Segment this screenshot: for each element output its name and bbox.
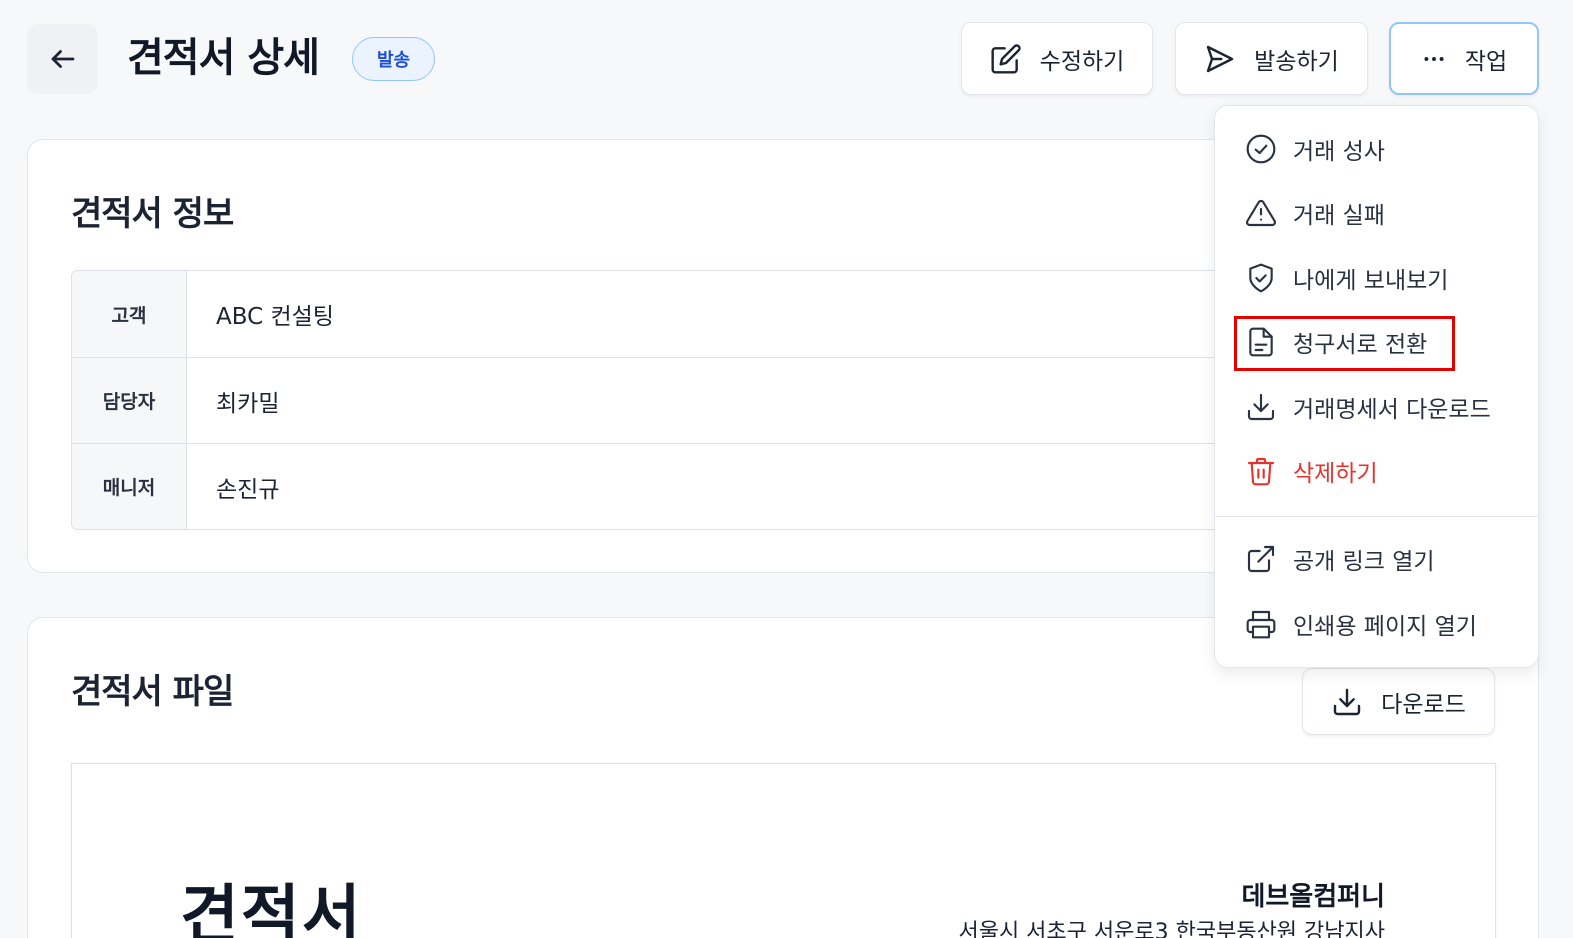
menu-item-label: 인쇄용 페이지 열기	[1293, 614, 1477, 640]
menu-item-convert-to-invoice[interactable]: 청구서로 전환	[1215, 314, 1538, 370]
download-button[interactable]: 다운로드	[1302, 668, 1495, 735]
download-button-label: 다운로드	[1381, 691, 1466, 718]
menu-item-label: 삭제하기	[1293, 461, 1378, 487]
row-value-manager: 손진규	[216, 476, 280, 503]
menu-item-deal-lost[interactable]: 거래 실패	[1215, 185, 1538, 241]
more-horizontal-icon	[1424, 56, 1444, 61]
back-button[interactable]	[27, 24, 98, 94]
file-text-icon	[1249, 327, 1273, 357]
menu-item-deal-won[interactable]: 거래 성사	[1215, 121, 1538, 177]
external-link-icon	[1247, 545, 1275, 573]
row-value-contact: 최카밀	[216, 390, 280, 417]
check-circle-icon	[1246, 134, 1276, 164]
quote-preview: 견적서 데브올컴퍼니 서울시 서초구 서운로3 한국부동산원 강남지사	[71, 763, 1496, 938]
menu-item-send-to-me[interactable]: 나에게 보내보기	[1215, 250, 1538, 306]
send-button[interactable]: 발송하기	[1175, 22, 1368, 95]
quote-info-title: 견적서 정보	[71, 194, 234, 234]
trash-icon	[1247, 457, 1275, 486]
send-icon	[1206, 45, 1234, 72]
edit-button-label: 수정하기	[1039, 48, 1125, 75]
download-icon	[1247, 393, 1275, 421]
edit-icon	[991, 43, 1021, 74]
row-label-contact: 담당자	[72, 358, 187, 443]
menu-item-label: 공개 링크 열기	[1293, 549, 1435, 575]
actions-button-label: 작업	[1464, 48, 1508, 75]
page-title: 견적서 상세	[127, 35, 320, 81]
menu-item-download-statement[interactable]: 거래명세서 다운로드	[1215, 379, 1538, 435]
status-badge: 발송	[352, 37, 435, 81]
menu-item-label: 거래명세서 다운로드	[1293, 397, 1491, 423]
send-button-label: 발송하기	[1254, 48, 1339, 75]
company-address: 서울시 서초구 서운로3 한국부동산원 강남지사	[958, 920, 1385, 938]
menu-item-label: 나에게 보내보기	[1293, 268, 1449, 294]
menu-item-label: 거래 성사	[1293, 139, 1385, 165]
alert-triangle-icon	[1245, 199, 1277, 227]
download-icon	[1333, 688, 1361, 715]
arrow-left-icon	[51, 50, 74, 68]
menu-item-label: 청구서로 전환	[1293, 332, 1428, 358]
printer-icon	[1246, 610, 1276, 639]
menu-divider	[1215, 516, 1538, 517]
row-label-customer: 고객	[72, 271, 187, 357]
menu-item-open-print-page[interactable]: 인쇄용 페이지 열기	[1215, 596, 1538, 652]
menu-item-label: 거래 실패	[1293, 203, 1385, 229]
row-value-customer: ABC 컨설팅	[216, 304, 334, 330]
menu-item-open-public-link[interactable]: 공개 링크 열기	[1215, 531, 1538, 587]
row-label-manager: 매니저	[72, 444, 187, 529]
actions-menu: 거래 성사 거래 실패 나에게 보내보기 청구서로 전환 거래명세서 다운로드 …	[1214, 105, 1539, 668]
document-title: 견적서	[180, 879, 363, 938]
shield-check-icon	[1249, 263, 1273, 293]
actions-button[interactable]: 작업	[1389, 22, 1539, 95]
company-name: 데브올컴퍼니	[1241, 882, 1385, 912]
quote-file-title: 견적서 파일	[71, 672, 234, 712]
edit-button[interactable]: 수정하기	[961, 22, 1153, 95]
menu-item-delete[interactable]: 삭제하기	[1215, 443, 1538, 499]
